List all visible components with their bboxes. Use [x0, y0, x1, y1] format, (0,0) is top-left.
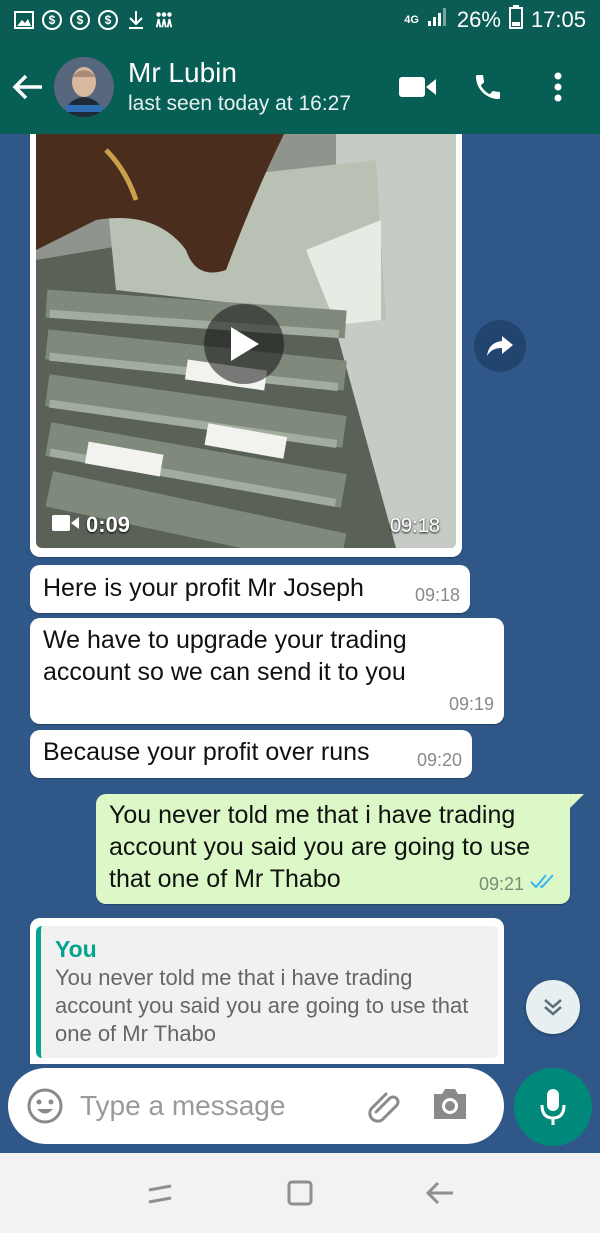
video-message[interactable]: 0:09 09:18 [30, 134, 462, 557]
message-time: 09:21 [478, 874, 524, 894]
double-check-icon [530, 872, 558, 895]
contact-name[interactable]: Mr Lubin [128, 56, 351, 90]
message-composer [8, 1068, 504, 1144]
message-text: Because your profit over runs [43, 738, 370, 766]
message-time: 09:20 [416, 750, 462, 770]
message-time: 09:18 [389, 515, 440, 537]
network-type: 4G [404, 14, 419, 26]
message-time: 09:18 [414, 585, 460, 605]
last-seen-status: last seen today at 16:27 [128, 92, 351, 115]
currency-icon: $ [98, 10, 118, 30]
currency-icon: $ [42, 10, 62, 30]
incoming-message[interactable]: Because your profit over runs 09:20 [30, 730, 472, 778]
back-icon[interactable] [418, 1171, 462, 1215]
video-call-icon[interactable] [398, 67, 438, 107]
attach-icon[interactable] [364, 1086, 404, 1126]
chat-area[interactable]: 0:09 09:18 Here is your profit Mr Joseph… [0, 134, 600, 1064]
system-navigation-bar [0, 1153, 600, 1233]
message-input[interactable] [80, 1090, 360, 1122]
quoted-message[interactable]: You You never told me that i have tradin… [36, 926, 498, 1058]
more-icon[interactable] [538, 67, 578, 107]
play-icon[interactable] [204, 304, 284, 384]
message-text: We have to upgrade your trading account … [43, 626, 407, 686]
quote-text: You never told me that i have trading ac… [55, 965, 469, 1046]
signal-icon [427, 7, 449, 33]
quote-author: You [55, 936, 97, 962]
incoming-message[interactable]: Here is your profit Mr Joseph 09:18 [30, 565, 470, 613]
people-icon [154, 10, 174, 30]
clock: 17:05 [530, 7, 586, 32]
scroll-down-icon[interactable] [526, 980, 580, 1034]
camera-icon[interactable] [430, 1086, 470, 1126]
incoming-message[interactable]: We have to upgrade your trading account … [30, 618, 504, 724]
currency-icon: $ [70, 10, 90, 30]
mic-icon[interactable] [514, 1068, 592, 1146]
video-thumbnail[interactable]: 0:09 09:18 [36, 134, 456, 548]
bubble-tail [570, 794, 584, 808]
battery-level: 26% [456, 7, 501, 32]
message-time: 09:19 [448, 694, 494, 714]
chat-header: Mr Lubin last seen today at 16:27 [0, 40, 600, 134]
emoji-icon[interactable] [26, 1087, 64, 1125]
avatar[interactable] [54, 57, 114, 117]
message-text: Here is your profit Mr Joseph [43, 574, 364, 602]
download-icon [126, 10, 146, 30]
home-icon[interactable] [278, 1171, 322, 1215]
back-arrow-icon[interactable] [4, 57, 52, 117]
recent-apps-icon[interactable] [138, 1171, 182, 1215]
forward-icon[interactable] [474, 320, 526, 372]
gallery-icon [14, 10, 34, 30]
video-duration: 0:09 [86, 512, 131, 537]
outgoing-message[interactable]: You never told me that i have trading ac… [96, 794, 570, 904]
status-bar: $ $ $ 4G 26% 17:05 [0, 0, 600, 40]
battery-icon [508, 5, 523, 35]
reply-message[interactable]: You You never told me that i have tradin… [30, 918, 504, 1064]
phone-icon[interactable] [468, 67, 508, 107]
video-camera-icon [52, 512, 80, 538]
